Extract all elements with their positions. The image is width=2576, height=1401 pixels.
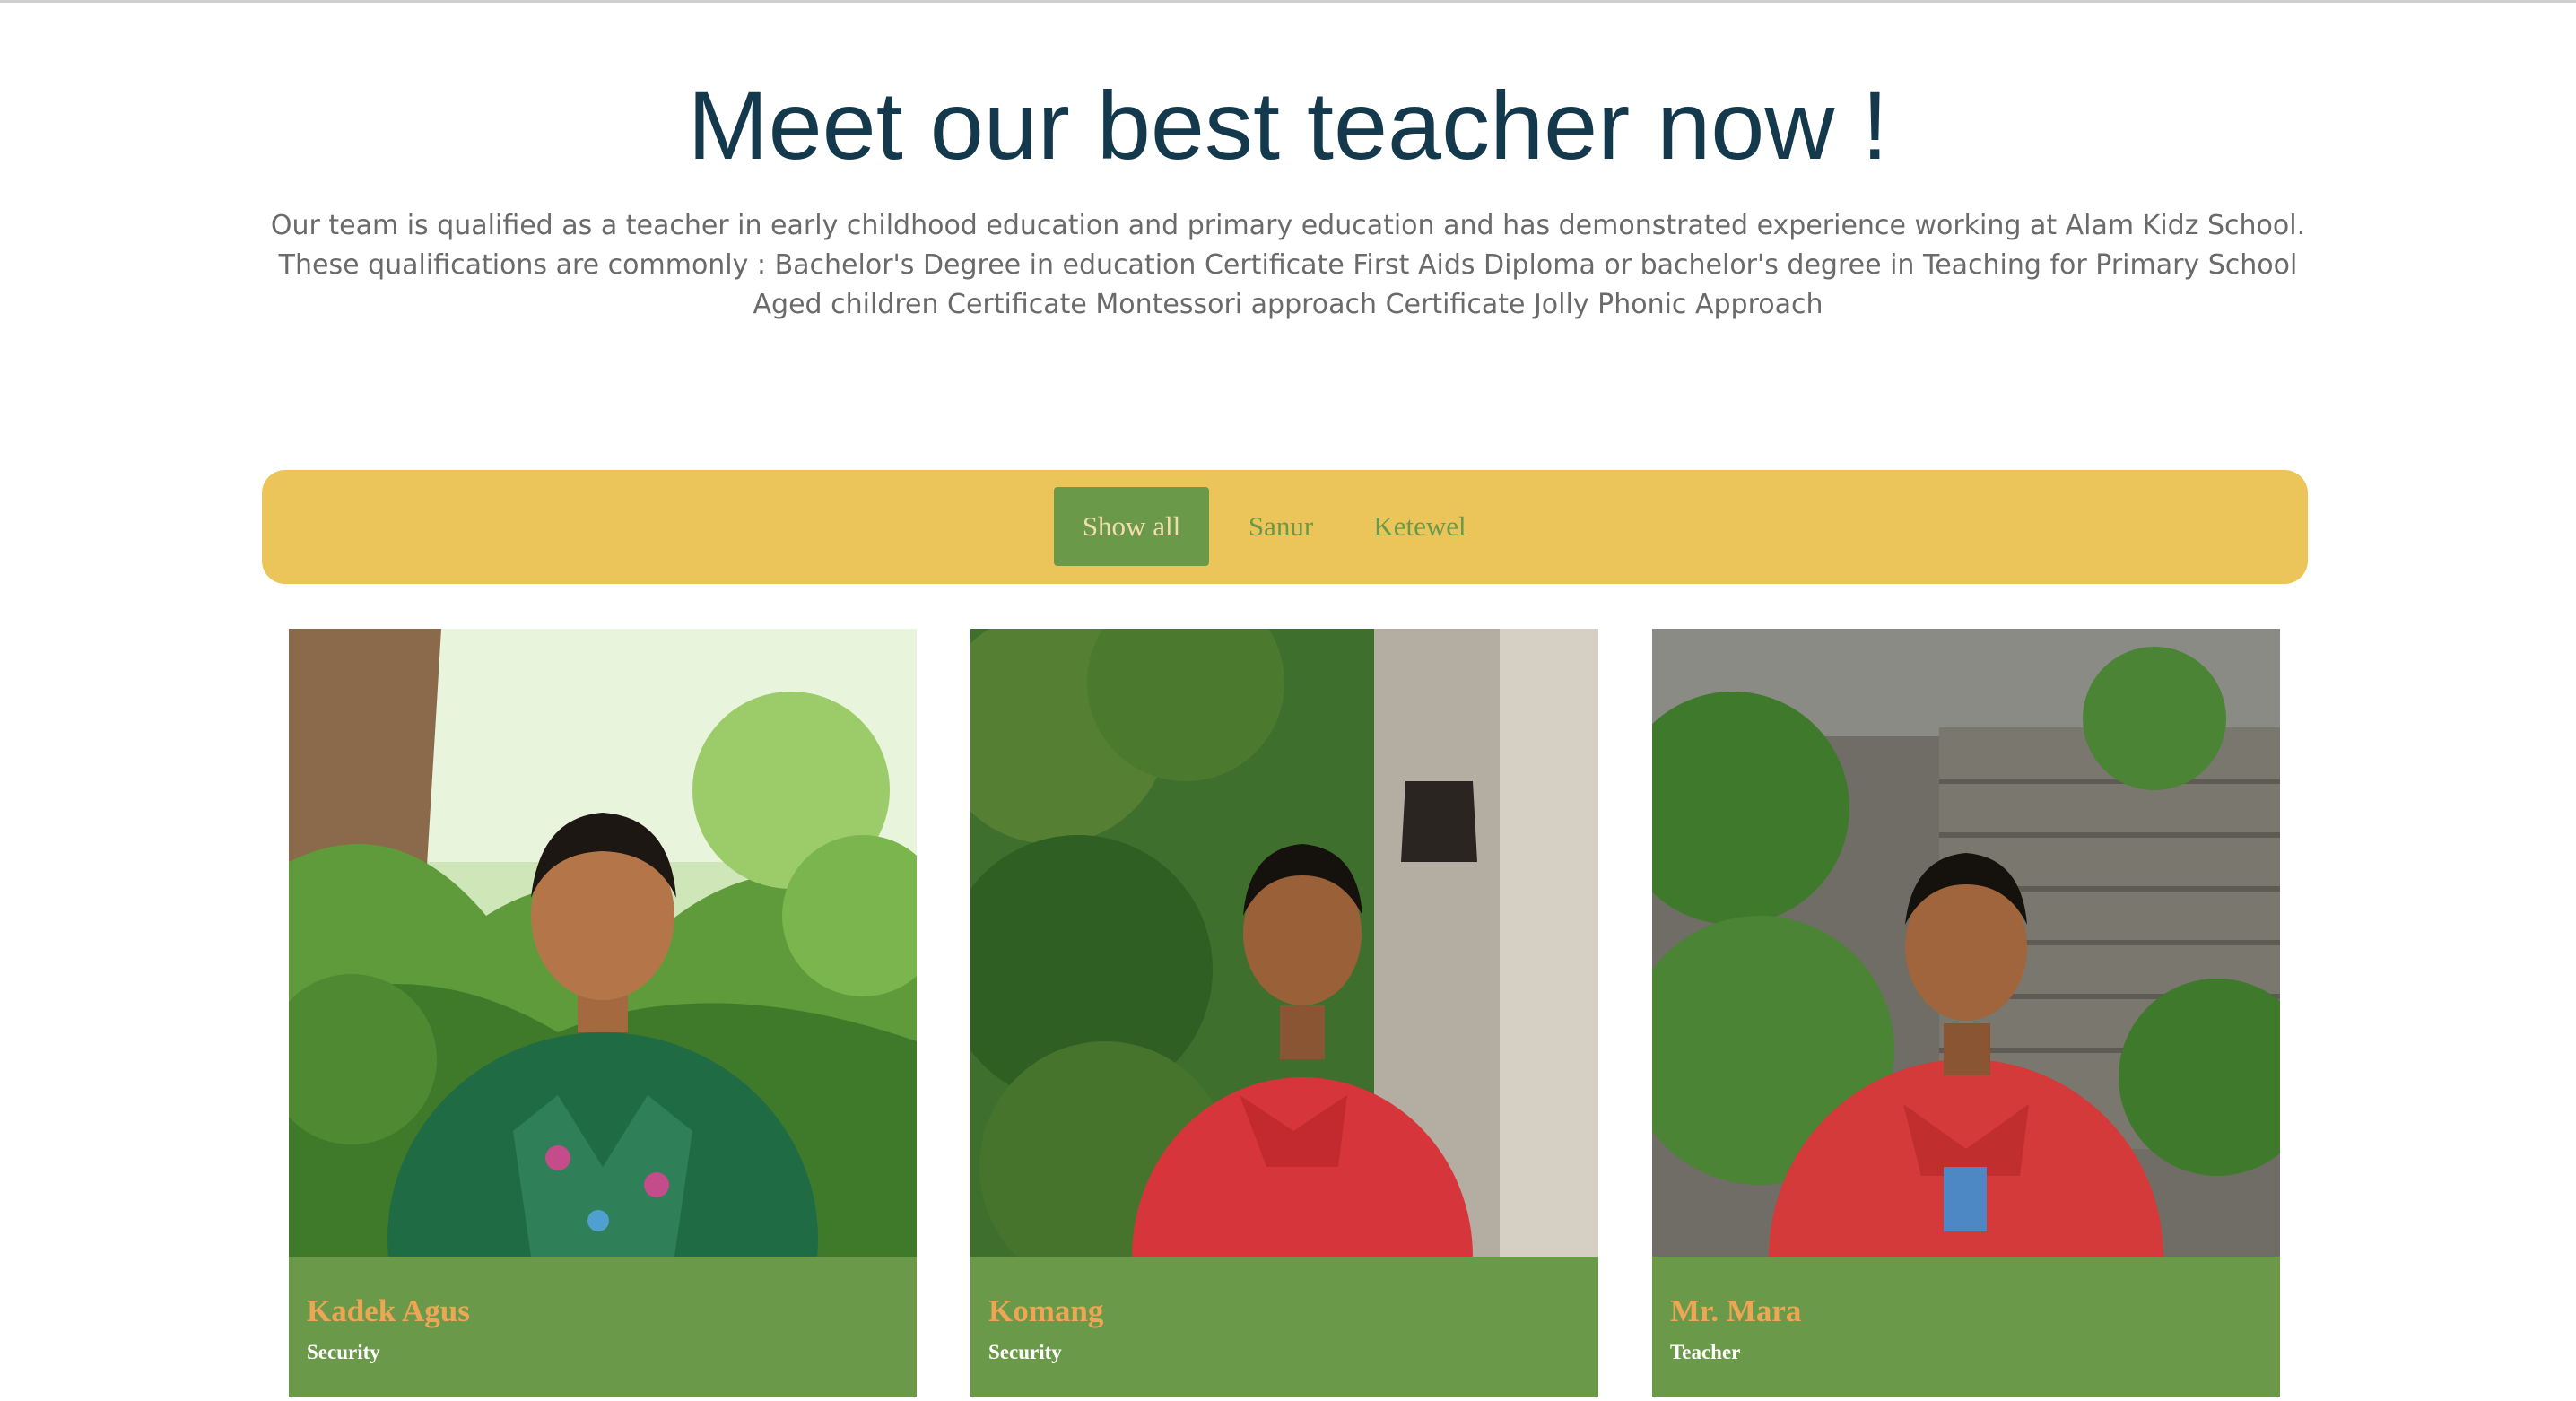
team-member-name: Mr. Mara bbox=[1670, 1293, 1802, 1328]
team-member-role: Teacher bbox=[1670, 1341, 1741, 1363]
team-member-role: Security bbox=[307, 1341, 380, 1363]
filter-ketewel-button[interactable]: Ketewel bbox=[1353, 487, 1487, 566]
team-member-role: Security bbox=[988, 1341, 1062, 1363]
section-title: Meet our best teacher now ! bbox=[687, 71, 1889, 179]
section-intro: Our team is qualified as a teacher in ea… bbox=[270, 210, 2306, 320]
team-card-kadek-agus[interactable]: Kadek Agus Security bbox=[289, 629, 917, 1397]
team-caption: Komang Security bbox=[970, 1257, 1598, 1397]
team-caption: Kadek Agus Security bbox=[289, 1257, 917, 1397]
team-card-mr-mara[interactable]: Mr. Mara Teacher bbox=[1652, 629, 2280, 1397]
filter-show-all-button[interactable]: Show all bbox=[1054, 487, 1209, 566]
filter-bar: Show all Sanur Ketewel bbox=[262, 470, 2308, 584]
team-photo bbox=[1652, 629, 2280, 1257]
top-divider bbox=[0, 0, 2576, 3]
team-member-name: Kadek Agus bbox=[307, 1293, 470, 1328]
team-caption: Mr. Mara Teacher bbox=[1652, 1257, 2280, 1397]
team-photo bbox=[970, 629, 1598, 1257]
team-card-komang[interactable]: Komang Security bbox=[970, 629, 1598, 1397]
filter-sanur-button[interactable]: Sanur bbox=[1227, 487, 1335, 566]
team-member-name: Komang bbox=[988, 1293, 1104, 1328]
team-photo bbox=[289, 629, 917, 1257]
